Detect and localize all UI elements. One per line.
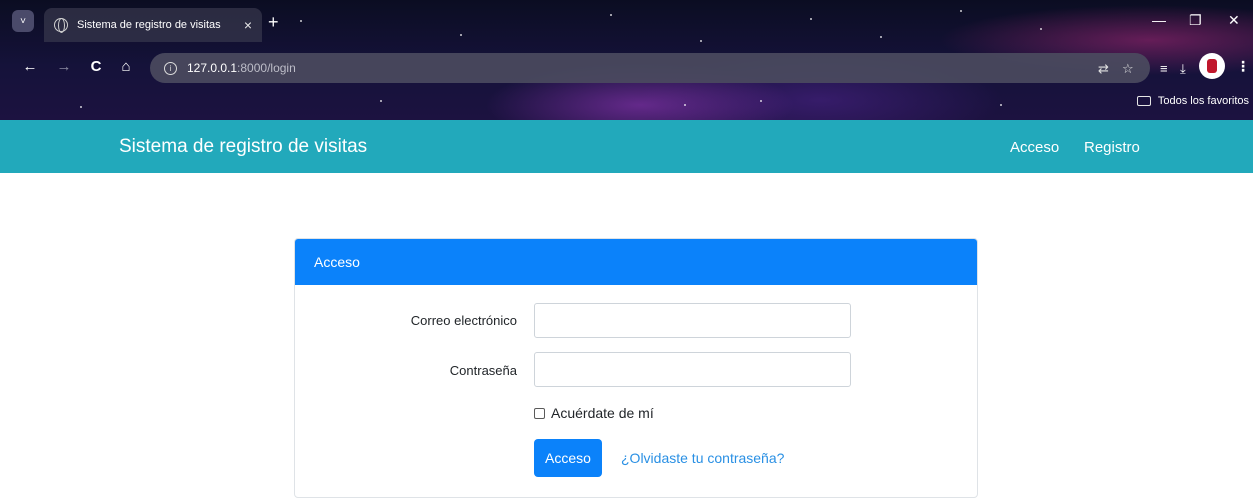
back-icon[interactable]: ← [20, 58, 40, 75]
new-tab-button[interactable]: + [268, 12, 279, 33]
url-host: 127.0.0.1 [187, 61, 238, 75]
site-info-icon[interactable]: i [164, 61, 177, 75]
close-window-icon[interactable]: ✕ [1228, 12, 1240, 29]
active-tab[interactable]: Sistema de registro de visitas × [44, 8, 262, 42]
tab-search-icon[interactable]: ≡ [1160, 61, 1168, 76]
remember-me-row[interactable]: Acuérdate de mí [534, 405, 654, 421]
home-icon[interactable]: ⌂ [116, 58, 136, 75]
card-header: Acceso [295, 239, 977, 285]
tab-close-icon[interactable]: × [244, 17, 252, 33]
forgot-password-link[interactable]: ¿Olvidaste tu contraseña? [621, 450, 784, 466]
browser-toolbar: ← → C ⌂ i 127.0.0.1 :8000/login ⇄ ☆ ≡ ⤓ [0, 50, 1253, 86]
tab-search-menu-button[interactable]: ˅ [12, 10, 34, 32]
chevron-down-icon: ˅ [20, 15, 26, 27]
restore-icon[interactable]: ❐ [1189, 12, 1202, 29]
bookmarks-bar: Todos los favoritos [0, 92, 1253, 116]
url-path: :8000/login [237, 61, 296, 75]
password-field[interactable] [534, 352, 851, 387]
address-bar[interactable]: i 127.0.0.1 :8000/login [150, 53, 1150, 83]
email-field[interactable] [534, 303, 851, 338]
all-bookmarks-button[interactable]: Todos los favoritos [1136, 95, 1249, 107]
all-bookmarks-label: Todos los favoritos [1157, 95, 1249, 107]
minimize-icon[interactable]: — [1152, 12, 1166, 28]
password-label: Contraseña [449, 363, 517, 378]
reload-icon[interactable]: C [86, 58, 106, 75]
remember-me-label: Acuérdate de mí [551, 405, 654, 421]
translate-icon[interactable]: ⇄ [1098, 61, 1109, 77]
nav-link-acceso[interactable]: Acceso [1010, 139, 1059, 156]
login-submit-button[interactable]: Acceso [534, 439, 602, 477]
tab-strip: ˅ Sistema de registro de visitas × + — ❐… [0, 0, 1253, 42]
menu-icon[interactable]: ⋮ [1236, 58, 1250, 75]
browser-chrome: ˅ Sistema de registro de visitas × + — ❐… [0, 0, 1253, 120]
nav-link-registro[interactable]: Registro [1084, 139, 1140, 156]
remember-me-checkbox[interactable] [534, 407, 545, 419]
email-label: Correo electrónico [410, 313, 517, 328]
profile-avatar[interactable] [1199, 53, 1225, 79]
tab-title: Sistema de registro de visitas [77, 19, 221, 31]
app-navbar: Sistema de registro de visitas Acceso Re… [0, 120, 1253, 173]
bookmark-star-icon[interactable]: ☆ [1122, 61, 1134, 77]
download-icon[interactable]: ⤓ [1180, 61, 1186, 77]
globe-icon [54, 18, 68, 33]
forward-icon[interactable]: → [54, 58, 74, 75]
app-brand[interactable]: Sistema de registro de visitas [119, 136, 367, 158]
login-card: Acceso Correo electrónico Contraseña Acu… [294, 238, 978, 498]
folder-icon [1136, 96, 1151, 106]
